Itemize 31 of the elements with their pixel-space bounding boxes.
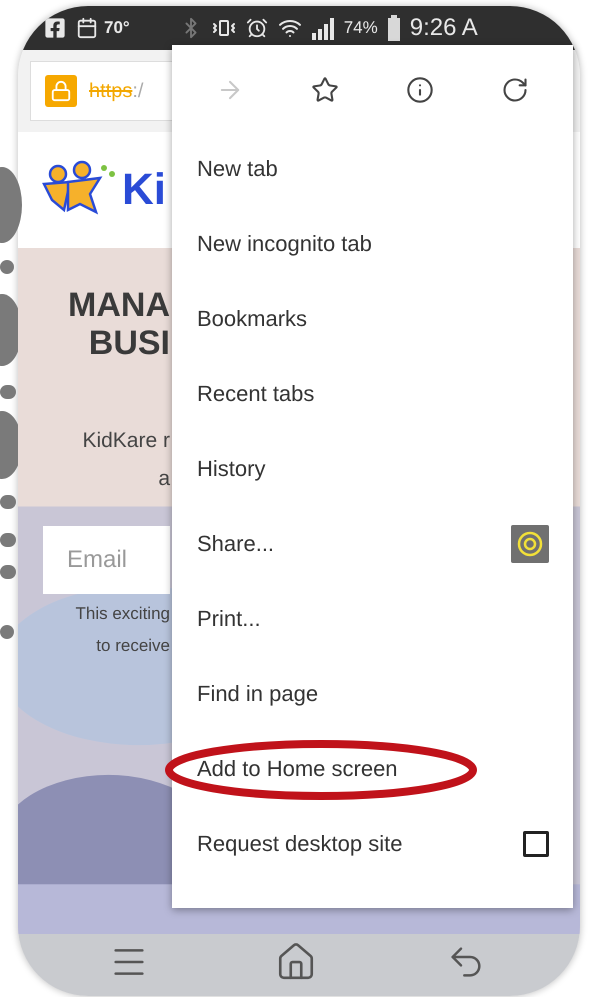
info-icon[interactable] [406,76,434,104]
menu-item[interactable]: Find in page [172,656,573,731]
email-field[interactable]: Email [43,526,170,594]
menu-item[interactable]: History [172,431,573,506]
logo-text: Ki [122,164,166,216]
menu-item[interactable]: Share... [172,506,573,581]
checkbox[interactable] [523,830,549,856]
calendar-icon [76,17,98,39]
menu-item[interactable]: New incognito tab [172,206,573,281]
menu-item[interactable]: New tab [172,131,573,206]
menu-item[interactable]: Add to Home screen [172,731,573,806]
reload-icon[interactable] [501,76,530,104]
intro-text: a [158,466,170,492]
clock: 9:26 A [410,13,478,43]
menu-item[interactable]: Bookmarks [172,281,573,356]
notice-text: to receive [96,635,170,657]
lock-icon [45,75,77,107]
headline: MANA [68,286,170,324]
facebook-icon [44,17,66,39]
battery-icon [388,15,400,41]
notice-text: This exciting [76,603,170,625]
headline: BUSI [88,324,170,362]
alarm-icon [246,17,268,39]
intro-text: KidKare r [82,428,170,454]
url-text: https:/ [89,79,144,104]
menu-item[interactable]: Print... [172,581,573,656]
temperature: 70° [104,17,130,40]
menu-item[interactable]: Recent tabs [172,356,573,431]
menu-item[interactable]: Request desktop site [172,806,573,881]
star-icon[interactable] [310,76,339,104]
battery-percent: 74% [344,17,378,40]
